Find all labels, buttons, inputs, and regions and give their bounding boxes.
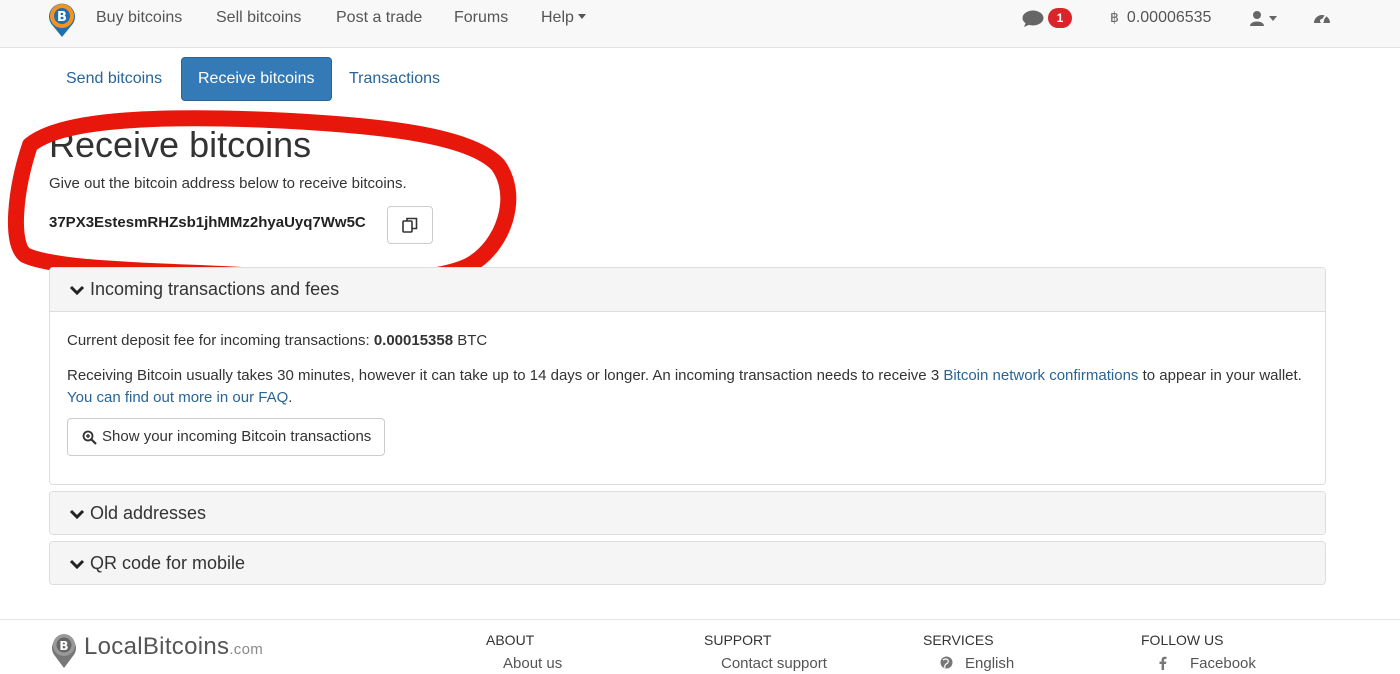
confirmation-info: Receiving Bitcoin usually takes 30 minut… xyxy=(67,365,1307,409)
bitcoin-icon: ฿ xyxy=(1110,10,1119,26)
top-navbar: B Buy bitcoins Sell bitcoins Post a trad… xyxy=(0,0,1400,48)
chat-bubble-icon xyxy=(1022,10,1044,27)
logo-pin-icon[interactable]: B xyxy=(46,2,78,38)
old-addresses-toggle[interactable]: Old addresses xyxy=(50,492,1325,534)
footer-heading-support: SUPPORT xyxy=(704,632,772,648)
tab-transactions[interactable]: Transactions xyxy=(333,57,456,101)
wallet-balance[interactable]: ฿ 0.00006535 xyxy=(1110,9,1211,27)
chevron-down-icon xyxy=(69,509,85,520)
qr-code-toggle[interactable]: QR code for mobile xyxy=(50,542,1325,584)
svg-text:B: B xyxy=(57,10,67,25)
dashboard-icon xyxy=(1314,14,1330,23)
footer-logo-name: LocalBitcoins xyxy=(84,633,230,660)
network-confirmations-link[interactable]: Bitcoin network confirmations xyxy=(943,367,1138,384)
nav-help-dropdown[interactable]: Help xyxy=(541,9,586,27)
qr-code-title: QR code for mobile xyxy=(90,553,246,573)
page-title: Receive bitcoins xyxy=(49,124,312,165)
nav-sell-bitcoins[interactable]: Sell bitcoins xyxy=(216,9,301,27)
tab-send-bitcoins[interactable]: Send bitcoins xyxy=(50,57,178,101)
info-text-end: . xyxy=(288,389,293,406)
footer-link-about-us[interactable]: About us xyxy=(503,655,562,672)
incoming-transactions-toggle[interactable]: Incoming transactions and fees xyxy=(50,268,1325,312)
old-addresses-title: Old addresses xyxy=(90,503,207,523)
incoming-transactions-panel: Incoming transactions and fees Current d… xyxy=(49,267,1326,485)
balance-value: 0.00006535 xyxy=(1126,9,1212,26)
receive-instructions: Give out the bitcoin address below to re… xyxy=(49,175,407,192)
svg-text:B: B xyxy=(59,639,68,653)
footer-logo-text[interactable]: LocalBitcoins.com xyxy=(84,633,263,661)
qr-code-panel: QR code for mobile xyxy=(49,541,1326,585)
user-icon xyxy=(1250,11,1277,26)
old-addresses-panel: Old addresses xyxy=(49,491,1326,535)
info-text-1: Receiving Bitcoin usually takes 30 minut… xyxy=(67,367,944,384)
chevron-down-icon xyxy=(69,559,85,570)
footer-logo-icon: B xyxy=(52,634,76,668)
deposit-fee-value: 0.00015358 xyxy=(373,332,454,349)
footer-heading-services: SERVICES xyxy=(923,632,994,648)
footer-heading-about: ABOUT xyxy=(486,632,535,648)
show-incoming-transactions-button[interactable]: Show your incoming Bitcoin transactions xyxy=(67,418,386,456)
copy-icon xyxy=(402,217,418,233)
nav-forums[interactable]: Forums xyxy=(454,9,508,27)
info-text-2: to appear in your wallet. xyxy=(1138,367,1302,384)
footer-link-facebook[interactable]: Facebook xyxy=(1190,655,1256,672)
bitcoin-address[interactable]: 37PX3EstesmRHZsb1jhMMz2hyaUyq7Ww5C xyxy=(49,214,366,231)
show-incoming-transactions-label: Show your incoming Bitcoin transactions xyxy=(102,428,372,445)
user-menu-button[interactable] xyxy=(1250,10,1280,31)
nav-help-label: Help xyxy=(541,9,574,26)
nav-post-trade[interactable]: Post a trade xyxy=(336,9,422,27)
incoming-transactions-title: Incoming transactions and fees xyxy=(90,279,340,299)
deposit-fee-unit: BTC xyxy=(453,332,488,349)
deposit-fee-label: Current deposit fee for incoming transac… xyxy=(67,332,374,349)
dashboard-button[interactable] xyxy=(1313,10,1331,31)
zoom-in-icon xyxy=(82,430,97,445)
footer-logo-suffix: .com xyxy=(229,641,264,658)
tab-receive-bitcoins[interactable]: Receive bitcoins xyxy=(181,57,332,101)
deposit-fee-line: Current deposit fee for incoming transac… xyxy=(67,332,487,349)
chevron-down-icon xyxy=(577,14,586,20)
message-count-badge: 1 xyxy=(1048,8,1072,28)
footer-heading-follow-us: FOLLOW US xyxy=(1141,632,1224,648)
globe-icon xyxy=(940,656,953,669)
nav-buy-bitcoins[interactable]: Buy bitcoins xyxy=(96,9,182,27)
footer: B LocalBitcoins.com ABOUT About us SUPPO… xyxy=(0,619,1400,674)
chevron-down-icon xyxy=(69,285,85,296)
footer-link-contact-support[interactable]: Contact support xyxy=(721,655,827,672)
footer-link-language-english[interactable]: English xyxy=(965,655,1014,672)
faq-link[interactable]: You can find out more in our FAQ xyxy=(67,389,288,406)
facebook-icon xyxy=(1159,656,1167,670)
copy-address-button[interactable] xyxy=(387,206,433,244)
